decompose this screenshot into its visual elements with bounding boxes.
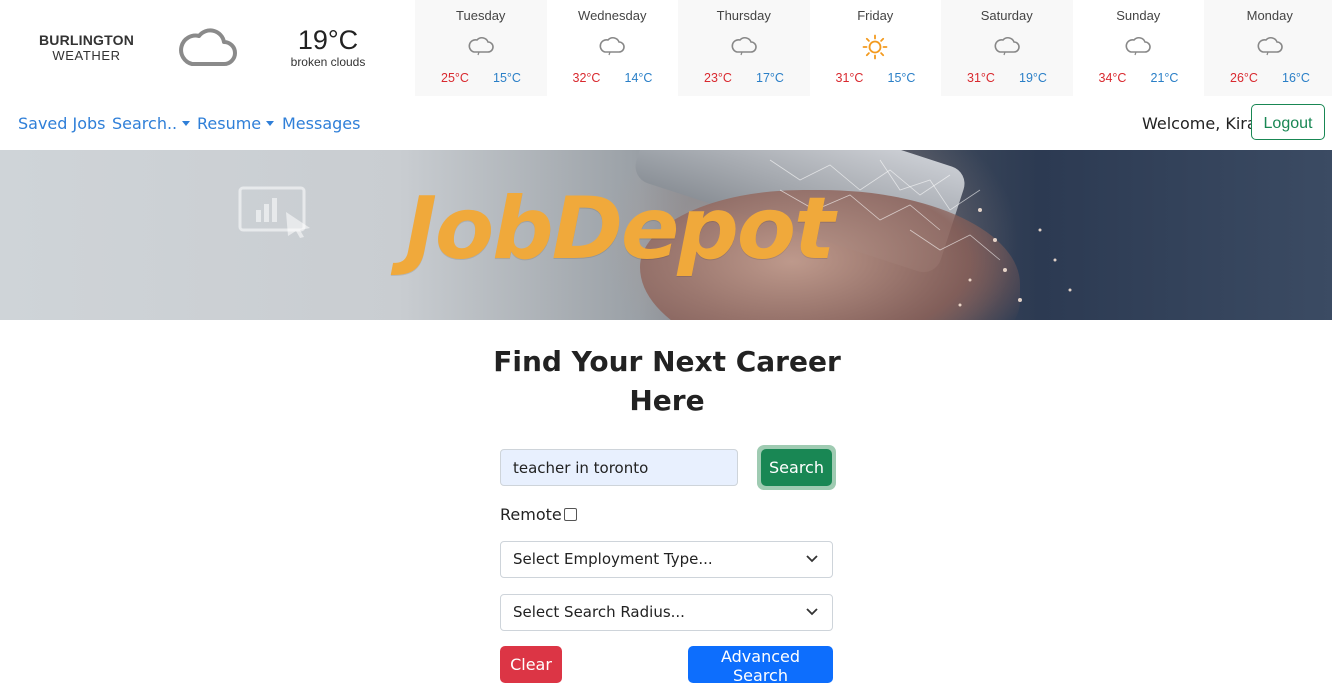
current-description: broken clouds: [290, 55, 366, 69]
search-radius-value: Select Search Radius...: [513, 603, 685, 621]
nav-messages-link[interactable]: Messages: [282, 114, 360, 133]
logout-button[interactable]: Logout: [1251, 104, 1325, 140]
cloud-icon: [1204, 34, 1332, 56]
nav-search-dropdown[interactable]: Search..: [112, 114, 191, 133]
weather-city: BURLINGTON: [38, 32, 135, 48]
forecast-day-name: Saturday: [980, 8, 1033, 23]
employment-type-value: Select Employment Type...: [513, 550, 713, 568]
forecast-high: 32°C: [572, 71, 601, 85]
chevron-down-icon: [806, 555, 818, 563]
forecast-high: 34°C: [1098, 71, 1127, 85]
advanced-search-button[interactable]: Advanced Search: [688, 646, 833, 685]
forecast-high: 23°C: [704, 71, 732, 85]
weather-label: WEATHER: [52, 48, 121, 63]
forecast-day: Thursday 23°C 17°C: [678, 0, 810, 96]
forecast-low: 16°C: [1282, 71, 1310, 85]
forecast-day-name: Sunday: [1116, 8, 1161, 23]
welcome-text: Welcome, Kira: [1142, 114, 1257, 133]
remote-label: Remote: [500, 505, 562, 524]
cloud-icon: [1073, 34, 1205, 56]
page-title: Find Your Next Career Here: [466, 342, 868, 420]
sun-icon: [810, 34, 942, 60]
forecast-low: 14°C: [624, 71, 653, 85]
cloud-icon: [941, 34, 1073, 56]
employment-type-select[interactable]: Select Employment Type...: [500, 541, 833, 578]
forecast-day: Wednesday 32°C 14°C: [547, 0, 679, 96]
job-search-input[interactable]: [500, 449, 738, 486]
cloud-icon: [415, 34, 547, 56]
forecast-day-name: Monday: [1246, 8, 1293, 23]
forecast-day: Tuesday 25°C 15°C: [415, 0, 547, 96]
navbar: Saved Jobs Search.. Resume Messages: [0, 104, 1332, 144]
forecast-high: 31°C: [967, 71, 995, 85]
clear-button[interactable]: Clear: [500, 646, 562, 683]
remote-checkbox[interactable]: [564, 508, 577, 521]
forecast-low: 19°C: [1019, 71, 1047, 85]
cloud-icon: [678, 34, 810, 56]
weather-widget: BURLINGTON WEATHER 19°C broken clouds Tu…: [0, 0, 1332, 96]
cloud-icon: [178, 24, 238, 74]
search-button[interactable]: Search: [761, 449, 832, 486]
forecast-day-name: Friday: [857, 8, 894, 23]
forecast-days: Tuesday 25°C 15°C Wednesday 32°C 14°C Th…: [415, 0, 1332, 96]
forecast-high: 25°C: [441, 71, 469, 85]
current-temperature: 19°C: [297, 25, 359, 55]
page-title-line2: Here: [629, 384, 705, 417]
current-weather: 19°C broken clouds: [278, 25, 378, 69]
nav-resume-label: Resume: [197, 114, 262, 133]
caret-down-icon: [182, 121, 191, 126]
weather-location: BURLINGTON WEATHER: [20, 32, 153, 63]
page-title-line1: Find Your Next Career: [493, 345, 841, 378]
nav-saved-jobs-link[interactable]: Saved Jobs: [18, 114, 106, 133]
search-radius-select[interactable]: Select Search Radius...: [500, 594, 833, 631]
nav-resume-dropdown[interactable]: Resume: [197, 114, 275, 133]
forecast-low: 21°C: [1150, 71, 1179, 85]
forecast-high: 26°C: [1230, 71, 1258, 85]
forecast-day: Friday 31°C 15°C: [810, 0, 942, 96]
chart-monitor-icon: [238, 186, 316, 242]
hero-banner: JobDepot: [0, 150, 1332, 320]
forecast-day-name: Tuesday: [456, 8, 506, 23]
caret-down-icon: [266, 121, 275, 126]
nav-search-label: Search..: [112, 114, 178, 133]
forecast-day: Saturday 31°C 19°C: [941, 0, 1073, 96]
forecast-day-name: Thursday: [716, 8, 771, 23]
forecast-low: 15°C: [493, 71, 521, 85]
forecast-day-name: Wednesday: [578, 8, 647, 23]
chevron-down-icon: [806, 608, 818, 616]
forecast-day: Sunday 34°C 21°C: [1073, 0, 1205, 96]
forecast-day: Monday 26°C 16°C: [1204, 0, 1332, 96]
forecast-low: 17°C: [756, 71, 784, 85]
forecast-high: 31°C: [835, 71, 864, 85]
jobdepot-logo: JobDepot: [405, 179, 835, 279]
cloud-icon: [547, 34, 679, 56]
forecast-low: 15°C: [887, 71, 916, 85]
